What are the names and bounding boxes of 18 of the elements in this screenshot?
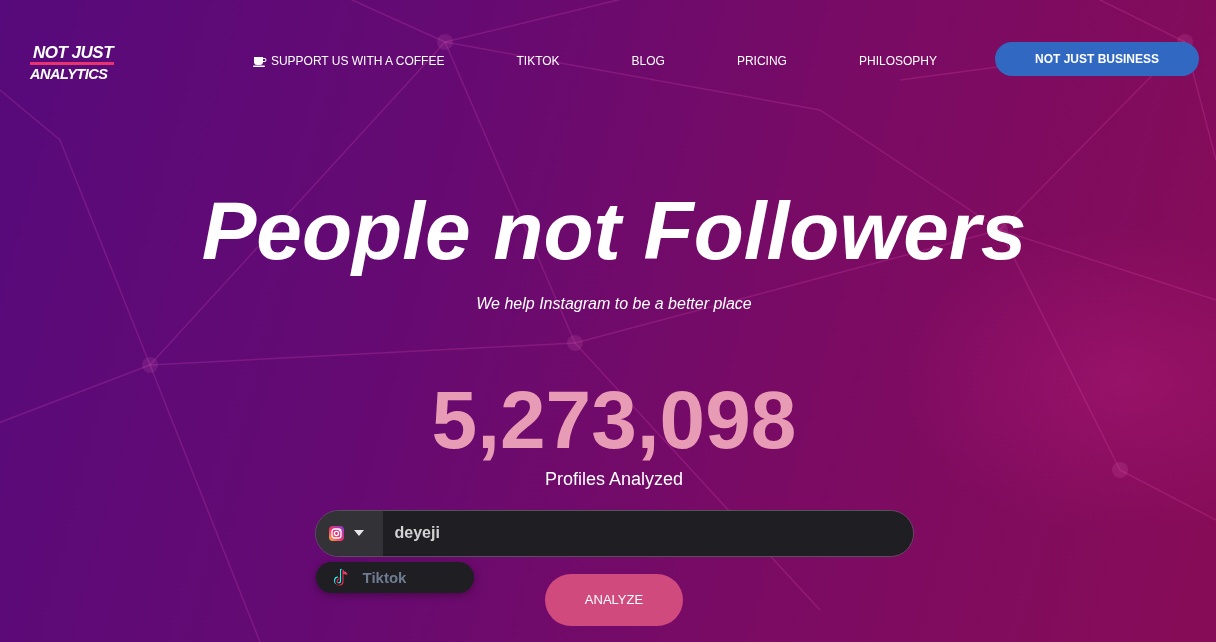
- nav-link[interactable]: TIKTOK: [516, 54, 560, 68]
- nav-link[interactable]: SUPPORT US WITH A COFFEE: [252, 54, 445, 68]
- profiles-counter: 5,273,098: [431, 379, 797, 462]
- instagram-icon: [328, 525, 344, 541]
- cta-button[interactable]: NOT JUST BUSINESS: [995, 42, 1199, 76]
- counter-label: Profiles Analyzed: [544, 469, 684, 491]
- nav-link[interactable]: PRICING: [736, 54, 787, 68]
- subtitle: We help Instagram to be a better place: [476, 294, 752, 314]
- platform-option[interactable]: Tiktok: [315, 561, 474, 593]
- coffee-cup-icon: [252, 55, 267, 67]
- analyze-button[interactable]: ANALYZE: [545, 573, 683, 626]
- username-input[interactable]: deyeji: [382, 510, 913, 556]
- caret-icon: [353, 530, 364, 537]
- tiktok-icon: [331, 567, 349, 587]
- logo[interactable]: NOT JUST ANALYTICS: [30, 44, 115, 82]
- nav-link[interactable]: PHILOSOPHY: [858, 54, 937, 68]
- platform-select[interactable]: [315, 510, 383, 556]
- nav-link[interactable]: BLOG: [631, 54, 665, 68]
